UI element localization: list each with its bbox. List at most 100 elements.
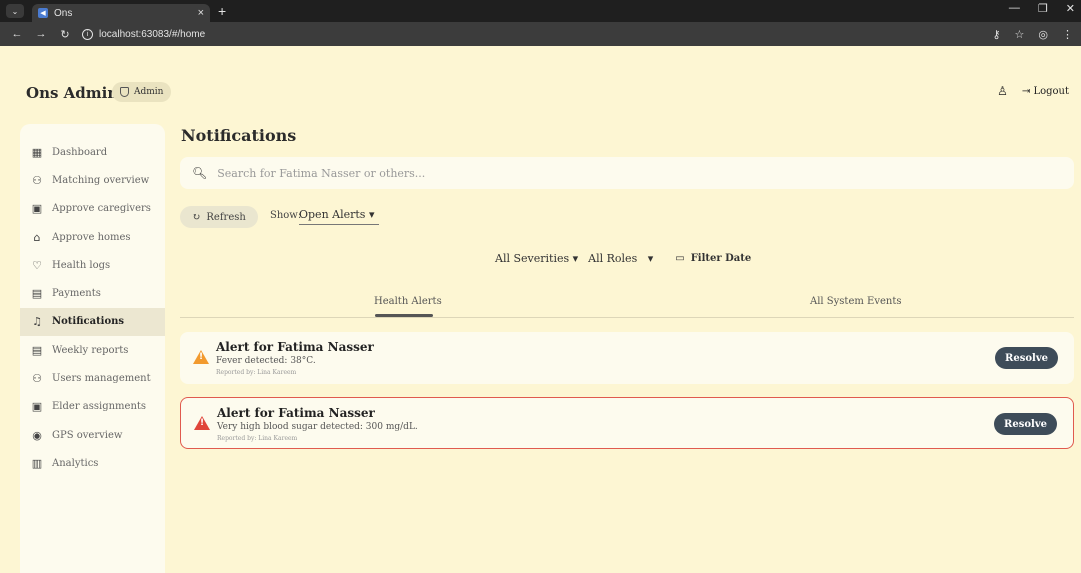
- minimize-icon[interactable]: —: [1009, 2, 1020, 15]
- assign-icon: ▣: [31, 400, 43, 414]
- profile-person-icon[interactable]: ♙: [997, 84, 1008, 98]
- page-title: Notifications: [181, 126, 297, 145]
- tab-health-alerts[interactable]: Health Alerts: [374, 296, 442, 307]
- browser-tab-bar: ⌄ ◀ Ons × + — ❐ ✕: [0, 0, 1081, 22]
- search-icon: 🔍︎: [192, 166, 208, 180]
- warning-icon: [193, 350, 209, 364]
- maximize-icon[interactable]: ❐: [1038, 2, 1048, 15]
- browser-menu-icon[interactable]: ⋮: [1062, 28, 1073, 41]
- resolve-button[interactable]: Resolve: [994, 413, 1057, 435]
- filter-date-label: Filter Date: [690, 253, 752, 264]
- show-dropdown-value: Open Alerts: [299, 208, 366, 221]
- sidebar-item-label: GPS overview: [52, 429, 123, 441]
- search-placeholder: Search for Fatima Nasser or others...: [217, 166, 426, 180]
- show-dropdown[interactable]: Open Alerts ▾: [299, 208, 379, 225]
- sidebar-item-label: Notifications: [52, 316, 125, 328]
- alert-reporter: Reported by: Lina Kareem: [216, 369, 297, 376]
- role-badge-label: Admin: [134, 87, 164, 97]
- sidebar-item-weekly-reports[interactable]: ▤ Weekly reports: [20, 336, 165, 364]
- show-label: Show:: [270, 210, 302, 221]
- refresh-label: Refresh: [206, 211, 246, 223]
- tab-close-icon[interactable]: ×: [198, 7, 204, 19]
- severity-dropdown[interactable]: All Severities ▾: [495, 252, 578, 265]
- forward-icon[interactable]: →: [34, 28, 48, 40]
- role-badge: Admin: [112, 82, 172, 102]
- back-icon[interactable]: ←: [10, 28, 24, 40]
- heart-icon: ♡: [32, 258, 42, 272]
- sidebar-item-label: Elder assignments: [52, 401, 147, 413]
- payments-icon: ▤: [31, 287, 43, 301]
- sidebar-item-label: Approve homes: [52, 231, 131, 243]
- sidebar-item-matching-overview[interactable]: ⚇ Matching overview: [20, 166, 165, 194]
- sidebar-item-label: Payments: [52, 288, 101, 300]
- profile-icon[interactable]: ◎: [1038, 28, 1048, 41]
- sidebar-item-dashboard[interactable]: ▦ Dashboard: [20, 138, 165, 166]
- close-window-icon[interactable]: ✕: [1066, 2, 1075, 15]
- browser-tab[interactable]: ◀ Ons ×: [32, 4, 210, 22]
- dropdown-arrow-icon: ▾: [572, 252, 579, 265]
- sidebar-item-health-logs[interactable]: ♡ Health logs: [20, 251, 165, 279]
- refresh-button[interactable]: ↻ Refresh: [180, 206, 258, 228]
- address-bar[interactable]: i localhost:63083/#/home: [82, 28, 206, 40]
- reload-icon[interactable]: ↻: [58, 28, 72, 41]
- browser-toolbar: ← → ↻ i localhost:63083/#/home ⚷ ☆ ◎ ⋮: [0, 22, 1081, 46]
- sidebar-item-analytics[interactable]: ▥ Analytics: [20, 449, 165, 477]
- filter-row: All Severities ▾ All Roles ▾ ▭ Filter Da…: [495, 252, 751, 265]
- pin-icon: ◉: [32, 428, 42, 442]
- app-favicon-icon: ◀: [38, 8, 48, 18]
- alert-title: Alert for Fatima Nasser: [216, 340, 374, 354]
- alert-message: Fever detected: 38°C.: [216, 356, 316, 366]
- sidebar-item-elder-assignments[interactable]: ▣ Elder assignments: [20, 393, 165, 421]
- severity-dropdown-value: All Severities: [495, 252, 570, 265]
- search-input[interactable]: 🔍︎ Search for Fatima Nasser or others...: [180, 157, 1074, 189]
- sidebar-item-label: Health logs: [52, 259, 111, 271]
- url-text: localhost:63083/#/home: [99, 28, 206, 40]
- alert-card: Alert for Fatima Nasser Fever detected: …: [180, 332, 1074, 384]
- alert-reporter: Reported by: Lina Kareem: [217, 435, 298, 442]
- new-tab-icon[interactable]: +: [218, 3, 226, 19]
- sidebar-item-gps-overview[interactable]: ◉ GPS overview: [20, 421, 165, 449]
- site-info-icon[interactable]: i: [82, 28, 93, 40]
- sidebar-item-label: Dashboard: [52, 146, 108, 158]
- shield-icon: [120, 87, 129, 97]
- resolve-button[interactable]: Resolve: [995, 347, 1058, 369]
- sidebar-item-label: Analytics: [52, 457, 99, 469]
- sidebar-item-users-management[interactable]: ⚇ Users management: [20, 364, 165, 392]
- sidebar-item-label: Approve caregivers: [52, 203, 151, 215]
- window-controls: — ❐ ✕: [1009, 2, 1075, 15]
- people-icon: ⚇: [32, 173, 42, 187]
- report-icon: ▤: [31, 343, 43, 357]
- sidebar-item-label: Matching overview: [52, 174, 150, 186]
- filter-date-button[interactable]: ▭ Filter Date: [675, 253, 751, 264]
- roles-dropdown-value: All Roles: [588, 252, 638, 265]
- home-icon: ⌂: [33, 230, 41, 244]
- logout-label: Logout: [1033, 85, 1069, 97]
- logout-button[interactable]: ⇥ Logout: [1022, 86, 1069, 97]
- tab-title: Ons: [54, 7, 73, 19]
- roles-dropdown[interactable]: All Roles ▾: [588, 252, 653, 265]
- analytics-icon: ▥: [31, 456, 43, 470]
- alert-tabs: Health Alerts All System Events: [180, 294, 1074, 318]
- logout-icon: ⇥: [1021, 85, 1031, 97]
- sidebar: ▦ Dashboard ⚇ Matching overview ▣ Approv…: [20, 124, 165, 573]
- dashboard-icon: ▦: [31, 145, 43, 159]
- bell-icon: ♫: [32, 315, 42, 329]
- sidebar-item-approve-caregivers[interactable]: ▣ Approve caregivers: [20, 195, 165, 223]
- bookmark-star-icon[interactable]: ☆: [1015, 28, 1025, 41]
- calendar-icon: ▭: [675, 253, 685, 264]
- sidebar-item-label: Weekly reports: [52, 344, 129, 356]
- users-icon: ⚇: [32, 372, 42, 386]
- tab-search-icon[interactable]: ⌄: [6, 4, 24, 18]
- sidebar-item-payments[interactable]: ▤ Payments: [20, 279, 165, 307]
- tab-all-system-events[interactable]: All System Events: [810, 296, 901, 307]
- alert-title: Alert for Fatima Nasser: [217, 406, 375, 420]
- warning-icon: [194, 416, 210, 430]
- sidebar-item-notifications[interactable]: ♫ Notifications: [20, 307, 165, 337]
- dropdown-arrow-icon: ▾: [368, 208, 375, 221]
- sidebar-item-label: Users management: [52, 373, 151, 385]
- app-title: Ons Admin: [26, 84, 119, 102]
- sidebar-item-approve-homes[interactable]: ⌂ Approve homes: [20, 223, 165, 251]
- alert-message: Very high blood sugar detected: 300 mg/d…: [217, 422, 418, 432]
- password-key-icon[interactable]: ⚷: [992, 28, 1000, 41]
- active-tab-indicator: [375, 314, 433, 317]
